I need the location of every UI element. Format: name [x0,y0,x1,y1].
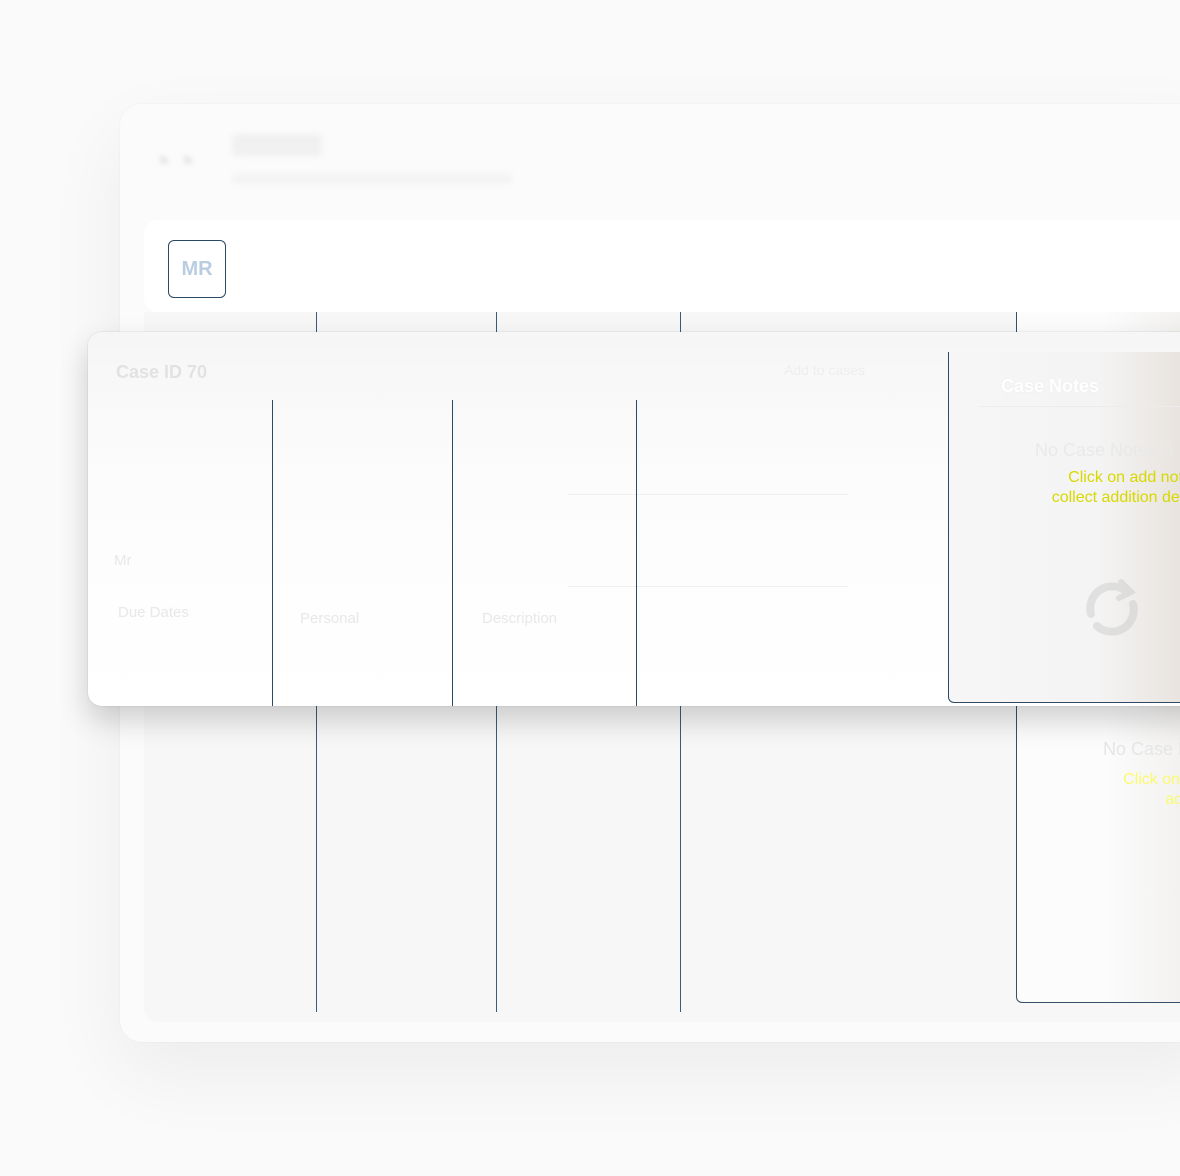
row-divider [568,494,848,495]
app-subtitle-placeholder [232,174,512,184]
notes-empty-title: No Case No [1103,739,1180,759]
notes-empty-title: No Case Notes A [1035,440,1174,460]
app-logo-icon: ◔◔ [148,140,197,184]
app-title-placeholder [232,134,322,156]
notes-divider [979,406,1180,407]
case-id-label: Case ID 70 [116,362,208,382]
avatar[interactable]: MR [168,240,226,298]
profile-header: MR [144,220,1180,312]
row-divider [568,586,848,587]
case-notes-panel: Case Notes No Case Notes A Click on add … [948,352,1180,703]
column-divider [272,400,273,706]
notes-hint: Click on add collect ad deta [1123,771,1180,808]
case-notes-title: Case Notes [1001,376,1100,396]
column-divider [636,400,637,706]
modal-action-link[interactable]: Add to cases [784,362,865,378]
field-label: Description [482,610,558,627]
field-label: Personal [300,610,360,627]
field-label: Due Dates [118,604,189,621]
field-label: Mr [114,552,132,569]
case-details-modal: Case ID 70 Add to cases Mr Due Dates Per… [88,332,1180,706]
column-divider [452,400,453,706]
notes-hint: Click on add note collect addition detai… [1051,469,1180,506]
refresh-icon[interactable] [1077,574,1147,644]
